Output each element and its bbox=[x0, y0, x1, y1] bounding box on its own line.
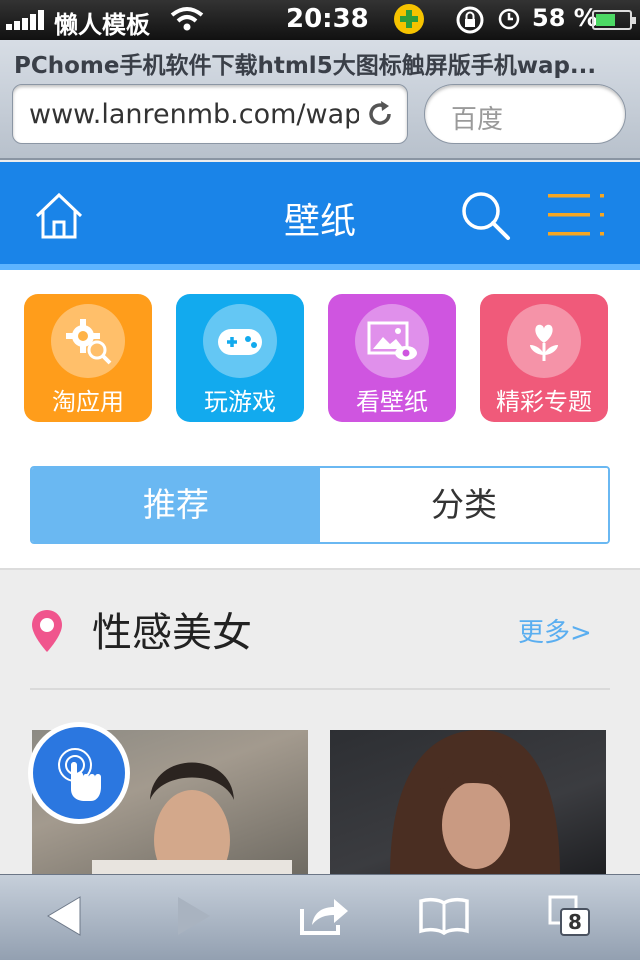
security-app-icon bbox=[394, 4, 424, 34]
browser-toolbar bbox=[0, 874, 640, 960]
reload-icon[interactable] bbox=[365, 99, 395, 129]
content-section: 性感美女 更多> bbox=[0, 568, 640, 876]
gear-search-icon bbox=[51, 304, 125, 378]
page-title: PChome手机软件下载html5大图标触屏版手机wap... bbox=[14, 53, 597, 79]
url-text: www.lanrenmb.com/wap bbox=[29, 99, 359, 130]
wifi-icon bbox=[170, 7, 204, 31]
site-header: 壁纸 bbox=[0, 162, 640, 270]
tab-count-badge: 8 bbox=[560, 908, 590, 936]
clock: 20:38 bbox=[286, 4, 369, 34]
touch-gesture-icon bbox=[58, 748, 101, 801]
tile-apps[interactable]: 淘应用 bbox=[24, 294, 152, 422]
flower-icon bbox=[507, 304, 581, 378]
back-icon[interactable] bbox=[46, 895, 82, 937]
search-icon[interactable] bbox=[460, 190, 512, 242]
tile-wallpapers[interactable]: 看壁纸 bbox=[328, 294, 456, 422]
alarm-icon bbox=[498, 8, 520, 30]
share-icon[interactable] bbox=[298, 895, 350, 937]
tile-topics[interactable]: 精彩专题 bbox=[480, 294, 608, 422]
divider bbox=[30, 688, 610, 690]
tile-label: 淘应用 bbox=[52, 388, 124, 416]
gamepad-icon bbox=[203, 304, 277, 378]
menu-icon[interactable] bbox=[548, 194, 608, 236]
battery-icon bbox=[592, 10, 636, 30]
picture-eye-icon bbox=[355, 304, 429, 378]
section-title: 性感美女 bbox=[92, 610, 252, 656]
tile-label: 精彩专题 bbox=[496, 388, 592, 416]
address-bar[interactable]: www.lanrenmb.com/wap bbox=[12, 84, 408, 144]
signal-icon bbox=[6, 10, 44, 30]
wallpaper-thumbnail[interactable] bbox=[330, 730, 606, 876]
quick-entries: 淘应用 玩游戏 看壁纸 精彩专题 推荐 分类 bbox=[0, 270, 640, 568]
tile-label: 玩游戏 bbox=[204, 388, 276, 416]
bookmarks-icon[interactable] bbox=[418, 895, 470, 937]
location-pin-icon bbox=[32, 610, 62, 652]
browser-chrome: PChome手机软件下载html5大图标触屏版手机wap... www.lanr… bbox=[0, 40, 640, 160]
tile-label: 看壁纸 bbox=[356, 388, 428, 416]
more-link[interactable]: 更多> bbox=[518, 612, 592, 649]
rotation-lock-icon bbox=[456, 6, 484, 34]
search-placeholder: 百度 bbox=[451, 105, 504, 135]
tab-recommend[interactable]: 推荐 bbox=[32, 468, 320, 542]
tab-category[interactable]: 分类 bbox=[320, 468, 608, 542]
status-bar: 懒人模板 20:38 58 % bbox=[0, 0, 640, 40]
search-field[interactable]: 百度 bbox=[424, 84, 626, 144]
carrier-label: 懒人模板 bbox=[54, 11, 150, 39]
floating-touch-button[interactable] bbox=[28, 722, 130, 824]
site-title: 壁纸 bbox=[283, 201, 356, 242]
forward-icon[interactable] bbox=[176, 895, 212, 937]
tile-games[interactable]: 玩游戏 bbox=[176, 294, 304, 422]
battery-percent: 58 % bbox=[532, 4, 598, 32]
tab-switch: 推荐 分类 bbox=[30, 466, 610, 544]
